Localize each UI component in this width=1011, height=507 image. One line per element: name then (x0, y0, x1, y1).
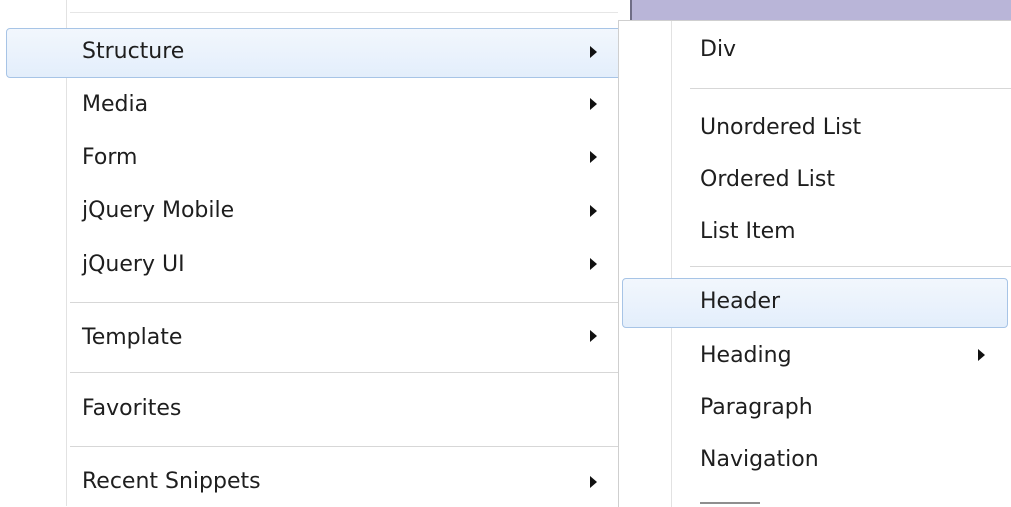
menu-item-structure-label: Structure (82, 39, 185, 64)
chevron-right-icon (978, 349, 985, 361)
submenu-separator (690, 88, 1011, 89)
submenu-item-div-label: Div (700, 37, 737, 62)
structure-submenu (618, 20, 1011, 507)
menu-separator (70, 302, 618, 303)
chevron-right-icon (590, 98, 597, 110)
menu-item-jquery-ui-label: jQuery UI (82, 252, 185, 277)
menu-item-form[interactable] (70, 132, 618, 182)
menu-item-favorites-label: Favorites (82, 396, 182, 421)
chevron-right-icon (590, 46, 597, 58)
menu-item-jquery-mobile-label: jQuery Mobile (82, 198, 235, 223)
submenu-item-heading-label: Heading (700, 343, 792, 368)
menu-item-template-label: Template (82, 325, 183, 350)
menu-top-separator (70, 12, 618, 13)
submenu-item-header-label: Header (700, 289, 781, 314)
menu-separator (70, 446, 618, 447)
submenu-item-partial (700, 498, 760, 506)
chevron-right-icon (590, 205, 597, 217)
chevron-right-icon (590, 476, 597, 488)
left-context-menu: Structure Media Form jQuery Mobile jQuer… (0, 0, 630, 506)
menu-item-form-label: Form (82, 145, 138, 170)
menu-item-media[interactable] (70, 80, 618, 130)
chevron-right-icon (590, 151, 597, 163)
submenu-item-navigation-label: Navigation (700, 447, 819, 472)
submenu-separator (690, 266, 1011, 267)
submenu-item-paragraph-label: Paragraph (700, 395, 813, 420)
submenu-item-ordered-list-label: Ordered List (700, 167, 835, 192)
submenu-item-unordered-list-label: Unordered List (700, 115, 862, 140)
submenu-item-list-item-label: List Item (700, 219, 796, 244)
menu-item-media-label: Media (82, 92, 149, 117)
menu-separator (70, 372, 618, 373)
chevron-right-icon (590, 330, 597, 342)
chevron-right-icon (590, 258, 597, 270)
submenu-item-div[interactable] (690, 26, 1011, 74)
background-window-strip (630, 0, 1011, 20)
submenu-gutter-line (671, 21, 672, 507)
submenu-item-header[interactable] (622, 278, 1008, 328)
menu-item-recent-snippets-label: Recent Snippets (82, 469, 261, 494)
